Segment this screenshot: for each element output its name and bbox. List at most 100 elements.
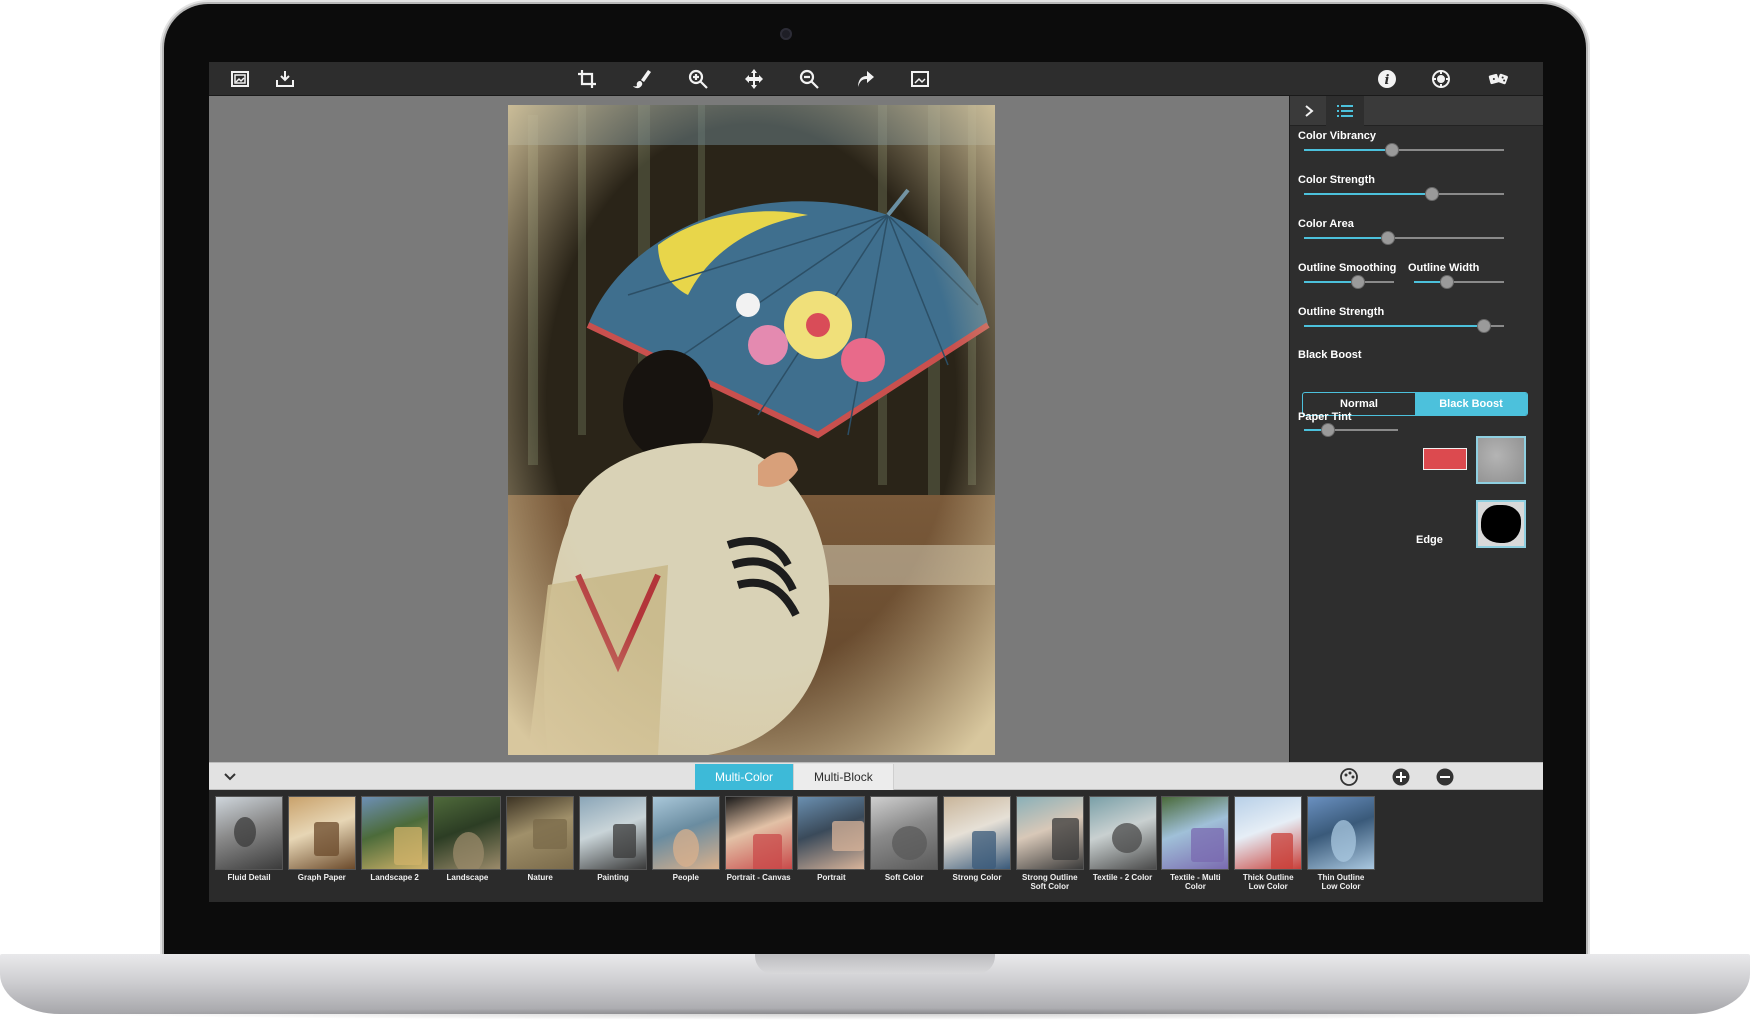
fit-image-icon[interactable] — [906, 66, 934, 92]
preset-item[interactable]: Painting — [579, 796, 655, 882]
thumbnail-subject — [1051, 818, 1079, 860]
black-boost-option[interactable]: Black Boost — [1415, 393, 1527, 415]
preset-thumbnail[interactable] — [433, 796, 502, 870]
thumbnail-subject — [393, 827, 422, 865]
preset-item[interactable]: People — [651, 796, 728, 882]
svg-text:i: i — [1385, 73, 1390, 88]
brush-icon[interactable] — [629, 66, 657, 92]
outline-width-slider[interactable] — [1414, 275, 1504, 289]
list-icon[interactable] — [1326, 96, 1364, 126]
preset-item[interactable]: Landscape — [433, 796, 509, 882]
color-vibrancy-slider[interactable] — [1304, 143, 1504, 157]
zoom-in-icon[interactable] — [684, 66, 712, 92]
outline-smoothing-label: Outline Smoothing — [1298, 262, 1397, 274]
info-icon[interactable]: i — [1373, 66, 1401, 92]
preset-item[interactable]: Graph Paper — [287, 796, 364, 882]
preset-thumbnail[interactable] — [579, 796, 647, 870]
edge-texture-swatch[interactable] — [1476, 500, 1526, 548]
panel-tabs — [1290, 96, 1543, 126]
paper-texture-swatch[interactable] — [1476, 436, 1526, 484]
preset-item[interactable]: Strong Color — [943, 796, 1019, 882]
add-preset-icon[interactable] — [1391, 767, 1411, 787]
remove-preset-icon[interactable] — [1435, 767, 1455, 787]
laptop-shadow — [60, 1008, 1690, 1020]
preset-item[interactable]: Strong Outline Soft Color — [1015, 796, 1092, 891]
paper-tint-slider[interactable] — [1304, 423, 1398, 437]
collapse-panel-icon[interactable] — [1290, 96, 1328, 126]
thumbnail-subject — [972, 831, 996, 869]
preset-label: Portrait - Canvas — [726, 873, 791, 882]
canvas-area[interactable] — [209, 96, 1289, 762]
preset-label: Thin Outline Low Color — [1317, 873, 1365, 891]
outline-strength-slider[interactable] — [1304, 319, 1504, 333]
preset-item[interactable]: Thick Outline Low Color — [1234, 796, 1310, 891]
zoom-out-icon[interactable] — [795, 66, 823, 92]
outline-smoothing-slider[interactable] — [1304, 275, 1394, 289]
preset-thumbnail[interactable] — [1307, 796, 1375, 870]
thumbnail-subject — [313, 822, 339, 856]
preset-thumbnail[interactable] — [724, 796, 793, 870]
slider-knob[interactable] — [1425, 187, 1439, 201]
presets-icon[interactable] — [1482, 66, 1516, 92]
tint-color-swatch[interactable] — [1423, 448, 1467, 470]
preset-item[interactable]: Portrait - Canvas — [724, 796, 801, 882]
outline-width-label: Outline Width — [1408, 262, 1480, 274]
palette-icon[interactable] — [1339, 767, 1359, 787]
preset-thumbnail[interactable] — [797, 796, 866, 870]
category-bar: Multi-Color Multi-Block — [209, 762, 1543, 790]
thumbnail-subject — [1191, 828, 1225, 862]
slider-knob[interactable] — [1477, 319, 1491, 333]
save-image-icon[interactable] — [271, 66, 299, 92]
preset-item[interactable]: Fluid Detail — [215, 796, 291, 882]
thumbnail-subject — [533, 819, 568, 849]
tab-multi-color[interactable]: Multi-Color — [695, 764, 795, 790]
preset-label: Graph Paper — [297, 873, 346, 882]
thumbnail-subject — [453, 832, 485, 869]
color-area-slider[interactable] — [1304, 231, 1504, 245]
camera — [780, 28, 792, 40]
preset-thumbnail[interactable] — [1234, 796, 1303, 870]
settings-icon[interactable] — [1427, 66, 1455, 92]
preset-thumbnail[interactable] — [943, 796, 1011, 870]
slider-knob[interactable] — [1385, 143, 1399, 157]
slider-knob[interactable] — [1320, 423, 1335, 437]
artwork-image[interactable] — [508, 105, 995, 755]
paper-tint-label: Paper Tint — [1298, 411, 1352, 423]
color-strength-slider[interactable] — [1304, 187, 1504, 201]
preset-item[interactable]: Nature — [506, 796, 582, 882]
preset-label: Painting — [597, 873, 629, 882]
thumbnail-subject — [892, 826, 928, 860]
slider-knob[interactable] — [1440, 275, 1455, 289]
preset-label: Strong Color — [952, 873, 1002, 882]
open-image-icon[interactable] — [226, 66, 254, 92]
preset-thumbnail[interactable] — [651, 796, 720, 870]
preset-label: Landscape — [446, 873, 489, 882]
preset-item[interactable]: Thin Outline Low Color — [1307, 796, 1383, 891]
preset-item[interactable]: Textile - Multi Color — [1161, 796, 1237, 891]
slider-knob[interactable] — [1351, 275, 1365, 289]
preset-item[interactable]: Landscape 2 — [360, 796, 437, 882]
preset-thumbnail[interactable] — [1161, 796, 1230, 870]
preset-thumbnail[interactable] — [287, 796, 356, 870]
category-tabs: Multi-Color Multi-Block — [695, 764, 894, 790]
preset-thumbnail[interactable] — [215, 796, 283, 870]
preset-thumbnail[interactable] — [360, 796, 429, 870]
pan-icon[interactable] — [740, 66, 768, 92]
redo-icon[interactable] — [851, 66, 879, 92]
thumbnail-subject — [613, 824, 636, 858]
collapse-presets-icon[interactable] — [221, 767, 239, 785]
preset-thumbnail[interactable] — [1088, 796, 1157, 870]
crop-icon[interactable] — [573, 66, 601, 92]
thumbnail-subject — [234, 817, 256, 847]
preset-item[interactable]: Textile - 2 Color — [1088, 796, 1165, 882]
preset-thumbnail[interactable] — [870, 796, 939, 870]
preset-item[interactable]: Soft Color — [870, 796, 946, 882]
slider-knob[interactable] — [1381, 231, 1395, 245]
preset-thumbnail[interactable] — [506, 796, 575, 870]
tab-multi-block[interactable]: Multi-Block — [794, 764, 894, 790]
preset-thumbnail[interactable] — [1015, 796, 1084, 870]
preset-item[interactable]: Portrait — [797, 796, 873, 882]
color-vibrancy-label: Color Vibrancy — [1298, 130, 1377, 142]
thumbnail-subject — [672, 829, 699, 867]
thumbnail-subject — [1111, 823, 1142, 853]
